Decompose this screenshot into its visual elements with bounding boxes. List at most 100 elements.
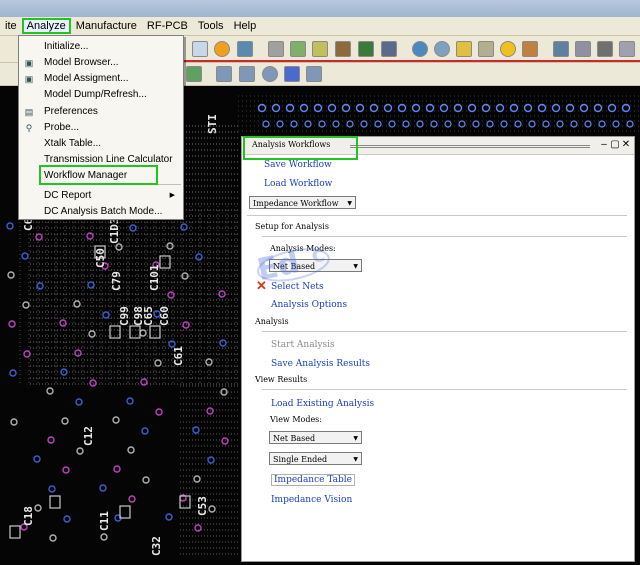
via <box>35 233 43 241</box>
analysis-mode-select[interactable]: Net Based ▼ <box>269 259 362 272</box>
via <box>556 120 564 128</box>
menu-manufacture[interactable]: Manufacture <box>71 18 142 34</box>
analyze-menu-item[interactable]: DC Analysis Batch Mode... <box>19 204 183 220</box>
menu-file-partial[interactable]: ite <box>0 18 22 34</box>
analyze-menu-item[interactable]: Initialize... <box>19 39 183 55</box>
minimize-icon[interactable]: ‒ <box>599 139 609 151</box>
sun-icon[interactable] <box>500 41 516 57</box>
layers-icon[interactable] <box>268 41 284 57</box>
via <box>219 339 227 347</box>
none-icon <box>24 155 34 165</box>
via <box>355 103 365 113</box>
via <box>154 359 162 367</box>
analyze-menu-item[interactable]: ▣ Model Browser... <box>19 55 183 71</box>
via <box>208 505 216 513</box>
grid-icon[interactable] <box>237 41 253 57</box>
via <box>467 103 477 113</box>
via <box>444 120 452 128</box>
via <box>127 446 135 454</box>
workflow-select[interactable]: Impedance Workflow ▼ <box>249 196 356 209</box>
menu-rf-pcb[interactable]: RF-PCB <box>142 18 193 34</box>
analyze-menu-item[interactable]: Model Dump/Refresh... <box>19 87 183 103</box>
none-icon <box>24 191 34 201</box>
analyze-menu-item-label: Xtalk Table... <box>44 138 102 149</box>
analyze-menu-item[interactable]: ▣ Model Assigment... <box>19 71 183 87</box>
analyze-menu-item[interactable]: Xtalk Table... <box>19 136 183 152</box>
impedance-table-link[interactable]: Impedance Table <box>271 474 355 486</box>
3d-view-icon[interactable] <box>381 41 397 57</box>
gear-icon[interactable] <box>335 41 351 57</box>
dehighlight-icon[interactable] <box>575 41 591 57</box>
view-modes-label: View Modes: <box>270 415 322 424</box>
via <box>63 515 71 523</box>
via <box>48 485 56 493</box>
via <box>10 418 18 426</box>
load-workflow-link[interactable]: Load Workflow <box>264 179 332 189</box>
refdes-label: STI <box>206 114 219 134</box>
measure-icon[interactable] <box>434 41 450 57</box>
settings-icon[interactable] <box>619 41 635 57</box>
analysis-options-link[interactable]: Analysis Options <box>271 300 347 310</box>
via <box>551 103 561 113</box>
via <box>360 120 368 128</box>
impedance-vision-link[interactable]: Impedance Vision <box>271 495 352 505</box>
maximize-icon[interactable]: ▢ <box>610 139 620 151</box>
via <box>9 369 17 377</box>
analysis-modes-label: Analysis Modes: <box>270 244 336 253</box>
analyze-menu-item-label: DC Analysis Batch Mode... <box>44 206 163 217</box>
via <box>271 103 281 113</box>
menu-tools[interactable]: Tools <box>193 18 229 34</box>
analyze-menu-item[interactable]: DC Report ▶ <box>19 188 183 204</box>
save-analysis-results-link[interactable]: Save Analysis Results <box>271 359 370 369</box>
save-workflow-link[interactable]: Save Workflow <box>264 160 332 170</box>
report-icon[interactable] <box>478 41 494 57</box>
camera-icon[interactable] <box>597 41 613 57</box>
display-icon[interactable] <box>358 41 374 57</box>
analyze-menu-item[interactable]: ⚲ Probe... <box>19 120 183 136</box>
add-connect-icon[interactable] <box>186 66 202 82</box>
add-rect-icon[interactable] <box>216 66 232 82</box>
add-frect-icon[interactable] <box>239 66 255 82</box>
menu-analyze[interactable]: Analyze <box>21 18 71 34</box>
analyze-menu-item-label: Preferences <box>44 106 98 117</box>
menubar: ite Analyze Manufacture RF-PCB Tools Hel… <box>0 17 640 36</box>
menu-help[interactable]: Help <box>229 18 262 34</box>
via <box>612 120 620 128</box>
analyze-dropdown: Initialize... ▣ Model Browser... ▣ Model Ass… <box>18 35 184 220</box>
refdes-label: C11 <box>98 511 111 531</box>
via <box>46 387 54 395</box>
select-nets-link[interactable]: Select Nets <box>271 282 324 292</box>
analyze-menu-item-label: DC Report <box>44 190 92 201</box>
section-view-results: View Results <box>255 375 308 384</box>
workflow-select-value: Impedance Workflow <box>253 199 339 208</box>
start-analysis-link[interactable]: Start Analysis <box>271 340 335 350</box>
select-icon[interactable] <box>284 66 300 82</box>
view-mode-select[interactable]: Net Based ▼ <box>269 431 362 444</box>
panel-grip[interactable] <box>350 145 590 148</box>
probe-icon: ⚲ <box>25 123 33 133</box>
add-circle-icon[interactable] <box>262 66 278 82</box>
info-icon[interactable] <box>412 41 428 57</box>
zoom-fit-icon[interactable] <box>192 41 208 57</box>
via <box>76 447 84 455</box>
move-icon[interactable] <box>306 66 322 82</box>
via <box>126 397 134 405</box>
shape-icon[interactable] <box>312 41 328 57</box>
via <box>87 281 95 289</box>
zoom-in-icon[interactable] <box>214 41 230 57</box>
close-icon[interactable]: ✕ <box>621 139 631 151</box>
load-existing-analysis-link[interactable]: Load Existing Analysis <box>271 399 374 409</box>
analyze-menu-item[interactable]: ▤ Preferences <box>19 104 183 120</box>
ended-select[interactable]: Single Ended ▼ <box>269 452 362 465</box>
via <box>141 427 149 435</box>
chevron-down-icon: ▼ <box>347 200 352 207</box>
via <box>416 120 424 128</box>
color-icon[interactable] <box>290 41 306 57</box>
analyze-menu-item-label: Model Browser... <box>44 57 119 68</box>
via <box>182 321 190 329</box>
analysis-mode-value: Net Based <box>273 262 316 271</box>
property-icon[interactable] <box>456 41 472 57</box>
assign-color-icon[interactable] <box>553 41 569 57</box>
via <box>584 120 592 128</box>
highlight-icon[interactable] <box>522 41 538 57</box>
